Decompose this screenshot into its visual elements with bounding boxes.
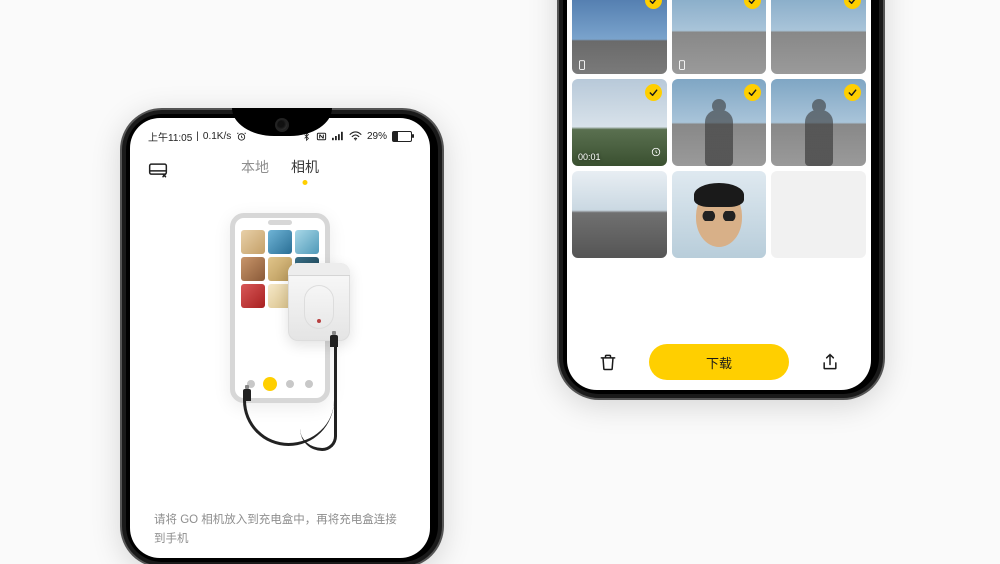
go-camera-graphic [304,285,334,329]
charge-case-graphic [288,263,350,341]
battery-icon [392,131,412,142]
share-button[interactable] [817,349,843,375]
duration-label: 00:01 [578,152,601,162]
photo-tile[interactable] [771,171,866,258]
video-indicator-icon [578,60,586,70]
download-button[interactable]: 下载 [649,344,789,380]
phone-left: 上午11:05 | 0.1K/s [120,108,444,564]
alarm-icon [236,131,247,142]
tab-camera[interactable]: 相机 [291,157,319,183]
hint-text: 请将 GO 相机放入到充电盒中，再将充电盒连接到手机 [154,511,406,548]
signal-icon [332,131,344,141]
phone-right: 00:01 下载 [557,0,885,400]
photo-tile[interactable] [672,0,767,74]
left-screen: 上午11:05 | 0.1K/s [130,118,430,558]
tab-local[interactable]: 本地 [241,157,269,183]
photo-tile[interactable] [572,171,667,258]
photo-tile[interactable] [672,171,767,258]
download-label: 下载 [706,353,732,372]
cable-graphic [300,343,337,451]
connection-illustration [130,213,430,403]
clock-icon [651,144,661,162]
photo-grid: 00:01 [567,0,871,263]
photo-tile[interactable] [771,79,866,166]
status-net-speed: 0.1K/s [203,131,231,142]
video-indicator-icon [678,60,686,70]
delete-button[interactable] [595,349,621,375]
battery-pct: 29% [367,131,387,142]
photo-tile[interactable] [771,0,866,74]
photo-tile[interactable]: 00:01 [572,79,667,166]
right-screen: 00:01 下载 [567,0,871,390]
status-time: 上午11:05 [148,129,192,144]
bottom-bar: 下载 [567,344,871,380]
photo-tile[interactable] [672,79,767,166]
photo-tile[interactable] [572,0,667,74]
nfc-icon [316,131,327,142]
wifi-icon [349,131,362,141]
top-nav: 本地 相机 [130,146,430,178]
status-divider: | [196,131,199,142]
selected-badge [645,84,662,101]
